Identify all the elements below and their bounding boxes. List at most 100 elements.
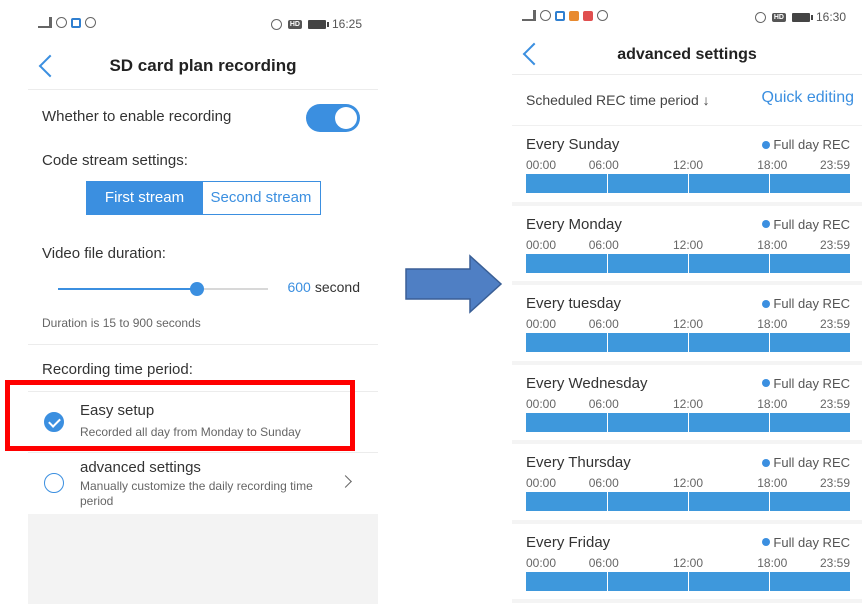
rec-status-text: Full day REC bbox=[773, 534, 850, 550]
time-tick-label: 12:00 bbox=[672, 158, 704, 172]
schedule-label: Scheduled REC time period ↓ bbox=[526, 92, 710, 108]
signal-icon bbox=[38, 16, 52, 28]
time-tick-label: 12:00 bbox=[672, 476, 704, 490]
rec-status: Full day REC bbox=[762, 535, 850, 550]
time-tick-label: 18:00 bbox=[757, 555, 788, 570]
day-list: Every Sunday Full day REC 00:00 06:00 12:00 1… bbox=[512, 126, 862, 603]
timeline-divider bbox=[769, 174, 770, 193]
recording-timeline-bar[interactable] bbox=[526, 253, 850, 273]
timeline-divider bbox=[769, 571, 770, 591]
time-tick-label: 12:00 bbox=[672, 555, 704, 570]
time-tick-label: 23:59 bbox=[819, 396, 850, 411]
day-schedule-row[interactable]: Every Wednesday Full day REC 00:00 06:00 12:… bbox=[512, 365, 862, 444]
time-tick-label: 06:00 bbox=[588, 555, 619, 570]
page-title: advanced settings bbox=[617, 46, 757, 63]
hd-icon: HD bbox=[771, 12, 786, 22]
option-advanced-settings[interactable]: advanced settings Manually customize the… bbox=[28, 453, 378, 521]
time-tick-label: 18:00 bbox=[757, 237, 788, 252]
status-icons-right: HD 16:25 bbox=[270, 17, 362, 31]
time-tick-label: 06:00 bbox=[588, 476, 619, 490]
status-dot-icon bbox=[762, 538, 771, 546]
time-tick-label: 18:00 bbox=[757, 317, 788, 331]
time-tick-label: 23:59 bbox=[819, 158, 850, 172]
timeline-divider bbox=[769, 412, 770, 432]
duration-value: 600 second bbox=[287, 279, 360, 295]
enable-recording-toggle[interactable] bbox=[306, 104, 360, 132]
time-tick-label: 00:00 bbox=[526, 317, 557, 331]
right-arrow-icon bbox=[405, 254, 503, 314]
day-schedule-row[interactable]: Every tuesday Full day REC 00:00 06:00 12:00… bbox=[512, 285, 862, 365]
timeline-divider bbox=[607, 253, 608, 273]
first-stream-button[interactable]: First stream bbox=[86, 182, 203, 214]
timeline-divider bbox=[688, 174, 689, 193]
time-axis: 00:00 06:00 12:00 18:00 23:59 bbox=[526, 556, 850, 570]
enable-recording-label: Whether to enable recording bbox=[42, 108, 232, 125]
time-tick-label: 00:00 bbox=[526, 555, 557, 570]
time-tick-label: 06:00 bbox=[588, 158, 619, 172]
timeline-divider bbox=[688, 492, 689, 511]
radio-icon[interactable] bbox=[44, 473, 64, 493]
day-name: Every Friday bbox=[526, 533, 611, 551]
app-notification-icon bbox=[71, 17, 81, 28]
time-axis: 00:00 06:00 12:00 18:00 23:59 bbox=[526, 158, 850, 172]
status-dot-icon bbox=[762, 458, 771, 467]
duration-slider[interactable] bbox=[58, 282, 268, 296]
timeline-divider bbox=[688, 253, 689, 273]
alarm-icon bbox=[270, 18, 282, 30]
day-schedule-row[interactable]: Every Sunday Full day REC 00:00 06:00 12:00 1… bbox=[512, 126, 862, 206]
divider bbox=[28, 344, 378, 345]
recording-timeline-bar[interactable] bbox=[526, 492, 850, 511]
day-name: Every Thursday bbox=[526, 454, 631, 471]
time-axis: 00:00 06:00 12:00 18:00 23:59 bbox=[526, 317, 850, 331]
slider-handle[interactable] bbox=[189, 282, 204, 296]
time-tick-label: 12:00 bbox=[672, 396, 704, 411]
rec-status-text: Full day REC bbox=[773, 375, 850, 391]
timeline-divider bbox=[607, 492, 608, 511]
timeline-divider bbox=[607, 412, 608, 432]
day-schedule-row[interactable]: Every Monday Full day REC 00:00 06:00 12:00 1… bbox=[512, 206, 862, 285]
wifi-icon bbox=[540, 10, 551, 21]
day-schedule-row[interactable]: Every Thursday Full day REC 00:00 06:00 12:0… bbox=[512, 444, 862, 524]
option-title: advanced settings bbox=[80, 459, 201, 476]
rec-status-text: Full day REC bbox=[773, 296, 850, 311]
timeline-divider bbox=[769, 253, 770, 273]
schedule-header-row: Scheduled REC time period ↓ Quick editin… bbox=[512, 75, 862, 125]
wifi-icon bbox=[56, 17, 67, 28]
timeline-divider bbox=[607, 174, 608, 193]
app-notification-icon bbox=[555, 10, 565, 21]
code-stream-label: Code stream settings: bbox=[42, 152, 188, 169]
whatsapp-icon bbox=[597, 10, 608, 21]
status-icons-right: HD 16:30 bbox=[754, 10, 846, 24]
recording-timeline-bar[interactable] bbox=[526, 412, 850, 432]
duration-unit: second bbox=[314, 279, 360, 295]
right-screen: HD 16:30 advanced settings Scheduled REC… bbox=[512, 0, 862, 604]
recording-timeline-bar[interactable] bbox=[526, 333, 850, 352]
day-name: Every Monday bbox=[526, 215, 622, 233]
time-tick-label: 00:00 bbox=[526, 476, 557, 490]
enable-recording-row: Whether to enable recording bbox=[28, 90, 378, 138]
status-time: 16:30 bbox=[815, 10, 846, 24]
day-name: Every Wednesday bbox=[526, 374, 648, 392]
hd-icon: HD bbox=[287, 19, 302, 29]
rec-status: Full day REC bbox=[762, 455, 850, 470]
time-tick-label: 06:00 bbox=[588, 237, 619, 252]
status-dot-icon bbox=[762, 220, 771, 228]
nav-bar: SD card plan recording bbox=[28, 50, 378, 90]
duration-label: Video file duration: bbox=[42, 245, 166, 262]
day-schedule-row[interactable]: Every Friday Full day REC 00:00 06:00 12:00 1… bbox=[512, 524, 862, 603]
status-time: 16:25 bbox=[331, 17, 362, 31]
timeline-divider bbox=[769, 492, 770, 511]
timeline-divider bbox=[607, 571, 608, 591]
day-name: Every Sunday bbox=[526, 136, 620, 153]
recording-timeline-bar[interactable] bbox=[526, 571, 850, 591]
day-name: Every tuesday bbox=[526, 295, 622, 312]
time-tick-label: 06:00 bbox=[588, 396, 619, 411]
time-axis: 00:00 06:00 12:00 18:00 23:59 bbox=[526, 397, 850, 411]
second-stream-button[interactable]: Second stream bbox=[202, 182, 320, 214]
rec-status-text: Full day REC bbox=[773, 137, 850, 152]
quick-editing-link[interactable]: Quick editing bbox=[762, 89, 855, 107]
recording-timeline-bar[interactable] bbox=[526, 174, 850, 193]
app-notification-icon bbox=[569, 10, 579, 21]
rec-status-text: Full day REC bbox=[773, 455, 850, 470]
highlight-box bbox=[5, 380, 355, 451]
